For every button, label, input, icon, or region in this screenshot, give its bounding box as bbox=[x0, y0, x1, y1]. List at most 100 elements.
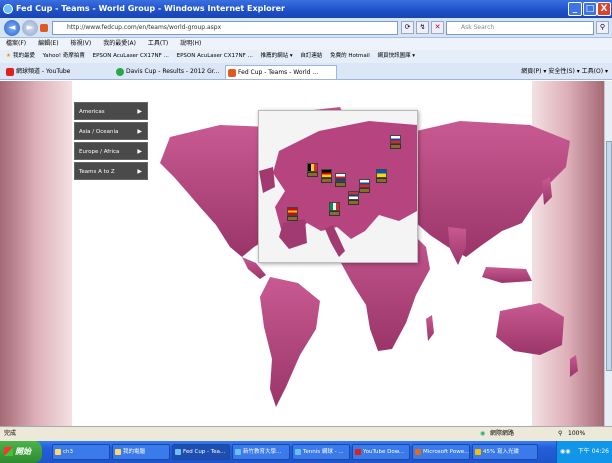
taskbar-item[interactable]: ch3 bbox=[52, 444, 110, 460]
flag-russia[interactable] bbox=[390, 135, 401, 149]
taskbar-item[interactable]: Tennis 網球 - ... bbox=[292, 444, 350, 460]
australia-continent bbox=[496, 303, 564, 355]
spain-flag-icon bbox=[287, 207, 298, 216]
tab-youtube[interactable]: 網球頻道 - YouTube bbox=[4, 65, 114, 79]
favorite-link[interactable]: 網頁快訊圖庫 ▾ bbox=[378, 53, 416, 59]
menu-item-label: Teams A to Z bbox=[79, 169, 115, 175]
menu-help[interactable]: 說明(H) bbox=[180, 40, 201, 47]
start-label: 開始 bbox=[15, 447, 31, 456]
address-bar: ◄ ► http://www.fedcup.com/en/teams/world… bbox=[0, 18, 612, 38]
taskbar-item[interactable]: 新竹教育大學... bbox=[232, 444, 290, 460]
flag-serbia[interactable] bbox=[348, 191, 359, 205]
flag-italy[interactable] bbox=[329, 202, 340, 216]
favorite-link[interactable]: 推薦的網站 ▾ bbox=[261, 53, 293, 59]
status-text: 完成 bbox=[4, 430, 17, 437]
madagascar bbox=[426, 315, 434, 341]
menu-bar: 檔案(F) 編輯(E) 檢視(V) 我的最愛(A) 工具(T) 說明(H) bbox=[0, 38, 612, 50]
menu-tools[interactable]: 工具(T) bbox=[148, 40, 168, 47]
ukraine-flag-icon bbox=[376, 169, 387, 178]
germany-flag-icon bbox=[321, 169, 332, 178]
status-bar: 完成 ◉ 網際網路 ⚲ 100% bbox=[0, 426, 612, 441]
menu-item-label: Asia / Oceania bbox=[79, 129, 119, 135]
flag-label-plate bbox=[376, 178, 387, 183]
clock[interactable]: 下午 04:26 bbox=[578, 448, 609, 455]
youtube-icon bbox=[6, 68, 14, 76]
forward-button[interactable]: ► bbox=[22, 20, 38, 36]
ie-icon bbox=[235, 449, 241, 455]
flag-spain[interactable] bbox=[287, 207, 298, 221]
compatibility-icon[interactable]: ↯ bbox=[416, 21, 429, 34]
flag-czech-republic[interactable] bbox=[335, 173, 346, 187]
slovakia-flag-icon bbox=[359, 179, 370, 188]
taskbar-item[interactable]: 我的電腦 bbox=[112, 444, 170, 460]
czech-flag-icon bbox=[335, 173, 346, 182]
menu-asia-oceania[interactable]: Asia / Oceania ▶ bbox=[74, 122, 148, 140]
flag-label-plate bbox=[287, 216, 298, 221]
page-content: Americas ▶ Asia / Oceania ▶ Europe / Afric… bbox=[0, 81, 604, 426]
zoom-level[interactable]: 100% bbox=[568, 427, 585, 441]
tab-bar: 網球頻道 - YouTube Davis Cup - Results - 201… bbox=[0, 63, 612, 80]
indonesia bbox=[482, 267, 532, 283]
fed-cup-icon bbox=[228, 69, 236, 77]
powerpoint-icon bbox=[415, 449, 421, 455]
close-button[interactable]: X bbox=[597, 2, 611, 16]
task-label: 45% 寫入光碟 bbox=[483, 449, 519, 455]
belgium-flag-icon bbox=[307, 163, 318, 172]
security-zone[interactable]: 網際網路 bbox=[490, 427, 514, 441]
flag-germany[interactable] bbox=[321, 169, 332, 183]
india bbox=[448, 227, 466, 265]
vertical-scrollbar[interactable] bbox=[604, 81, 612, 426]
flag-belgium[interactable] bbox=[307, 163, 318, 177]
region-menu: Americas ▶ Asia / Oceania ▶ Europe / Afric… bbox=[74, 102, 148, 182]
search-input[interactable]: Ask Search bbox=[446, 21, 594, 35]
taskbar-item[interactable]: 45% 寫入光碟 bbox=[472, 444, 538, 460]
favorite-link[interactable]: EPSON AcuLaser CX17NF ... bbox=[177, 53, 253, 59]
europe-zoom-popup bbox=[258, 110, 418, 263]
stop-icon[interactable]: ✕ bbox=[431, 21, 444, 34]
taskbar-item[interactable]: YouTube Dow... bbox=[352, 444, 410, 460]
task-label: ch3 bbox=[63, 449, 74, 455]
chevron-right-icon: ▶ bbox=[137, 108, 142, 115]
favorite-link[interactable]: 自訂連結 bbox=[300, 53, 322, 59]
tab-label: Fed Cup - Teams - World ... bbox=[238, 69, 319, 76]
south-america-continent bbox=[260, 277, 320, 407]
start-button[interactable]: 開始 bbox=[0, 441, 42, 463]
maximize-button[interactable]: □ bbox=[583, 2, 597, 16]
menu-teams-a-to-z[interactable]: Teams A to Z ▶ bbox=[74, 162, 148, 180]
globe-icon: ◉ bbox=[480, 430, 486, 437]
taskbar-item[interactable]: Fed Cup - Tea... bbox=[172, 444, 230, 460]
favorites-bar: ★ 我的最愛 Yahoo! 奇摩拍賣 EPSON AcuLaser CX17NF … bbox=[0, 50, 612, 63]
task-label: 新竹教育大學... bbox=[243, 449, 282, 455]
left-player-image bbox=[0, 81, 72, 426]
site-favicon-icon bbox=[40, 24, 48, 32]
flag-slovakia[interactable] bbox=[359, 179, 370, 193]
taskbar: 開始 ch3 我的電腦 Fed Cup - Tea... 新竹教育大學... T… bbox=[0, 441, 612, 463]
minimize-button[interactable]: _ bbox=[568, 2, 582, 16]
favorite-link[interactable]: 免費的 Hotmail bbox=[330, 53, 370, 59]
refresh-icon[interactable]: ⟳ bbox=[401, 21, 414, 34]
back-button[interactable]: ◄ bbox=[4, 20, 20, 36]
tray-icons[interactable]: ◉◉ bbox=[560, 441, 570, 463]
url-input[interactable]: http://www.fedcup.com/en/teams/world-gro… bbox=[52, 21, 398, 35]
menu-europe-africa[interactable]: Europe / Africa ▶ bbox=[74, 142, 148, 160]
favorite-link[interactable]: EPSON AcuLaser CX17NF ... bbox=[93, 53, 169, 59]
search-icon[interactable]: ⚲ bbox=[596, 21, 609, 34]
command-bar[interactable]: 網頁(P) ▾ 安全性(S) ▾ 工具(O) ▾ bbox=[521, 65, 608, 79]
menu-edit[interactable]: 編輯(E) bbox=[38, 40, 58, 47]
flag-ukraine[interactable] bbox=[376, 169, 387, 183]
flag-label-plate bbox=[307, 172, 318, 177]
flag-label-plate bbox=[321, 178, 332, 183]
favorite-link[interactable]: Yahoo! 奇摩拍賣 bbox=[43, 53, 85, 59]
chevron-right-icon: ▶ bbox=[137, 148, 142, 155]
menu-view[interactable]: 檢視(V) bbox=[70, 40, 91, 47]
tab-davis-cup[interactable]: Davis Cup - Results - 2012 Gr... bbox=[114, 65, 224, 79]
menu-favorites[interactable]: 我的最愛(A) bbox=[103, 40, 136, 47]
menu-americas[interactable]: Americas ▶ bbox=[74, 102, 148, 120]
menu-file[interactable]: 檔案(F) bbox=[6, 40, 26, 47]
tab-fed-cup[interactable]: Fed Cup - Teams - World ... bbox=[225, 65, 337, 79]
scrollbar-thumb[interactable] bbox=[606, 141, 612, 371]
ie-icon bbox=[295, 449, 301, 455]
title-bar: Fed Cup - Teams - World Group - Windows … bbox=[0, 0, 612, 18]
taskbar-item[interactable]: Microsoft Powe... bbox=[412, 444, 470, 460]
favorites-label[interactable]: 我的最愛 bbox=[13, 53, 35, 59]
